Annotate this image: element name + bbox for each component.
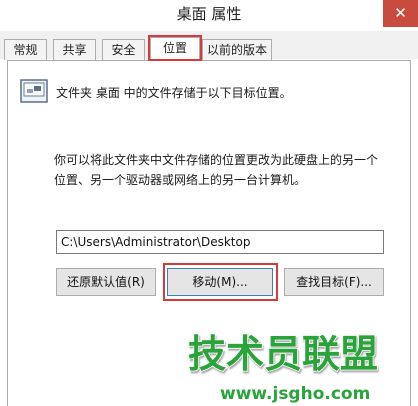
tab-sharing[interactable]: 共享 (53, 39, 96, 60)
watermark: 技术员联盟 www.jsgho.com (187, 331, 379, 404)
restore-default-button[interactable]: 还原默认值(R) (56, 268, 156, 296)
desktop-folder-icon (20, 79, 48, 103)
move-highlight-box (163, 263, 278, 301)
tab-security[interactable]: 安全 (102, 39, 145, 60)
location-heading: 文件夹 桌面 中的文件存储于以下目标位置。 (56, 86, 292, 100)
tab-general[interactable]: 常规 (4, 39, 47, 60)
find-target-button[interactable]: 查找目标(F)... (284, 268, 384, 296)
watermark-url: www.jsgho.com (220, 384, 370, 404)
location-path-input[interactable] (56, 230, 384, 254)
close-icon[interactable]: ✕ (383, 0, 418, 27)
tab-previous-versions[interactable]: 以前的版本 (202, 39, 272, 60)
tab-highlight-box (148, 35, 202, 61)
watermark-logo-text: 技术员联盟 (188, 332, 378, 376)
title-bar: 桌面 属性 ✕ (0, 0, 418, 32)
location-description: 你可以将此文件夹中文件存储的位置更改为此硬盘上的另一个 位置、另一个驱动器或网络… (54, 153, 379, 187)
window-title: 桌面 属性 (176, 5, 242, 23)
